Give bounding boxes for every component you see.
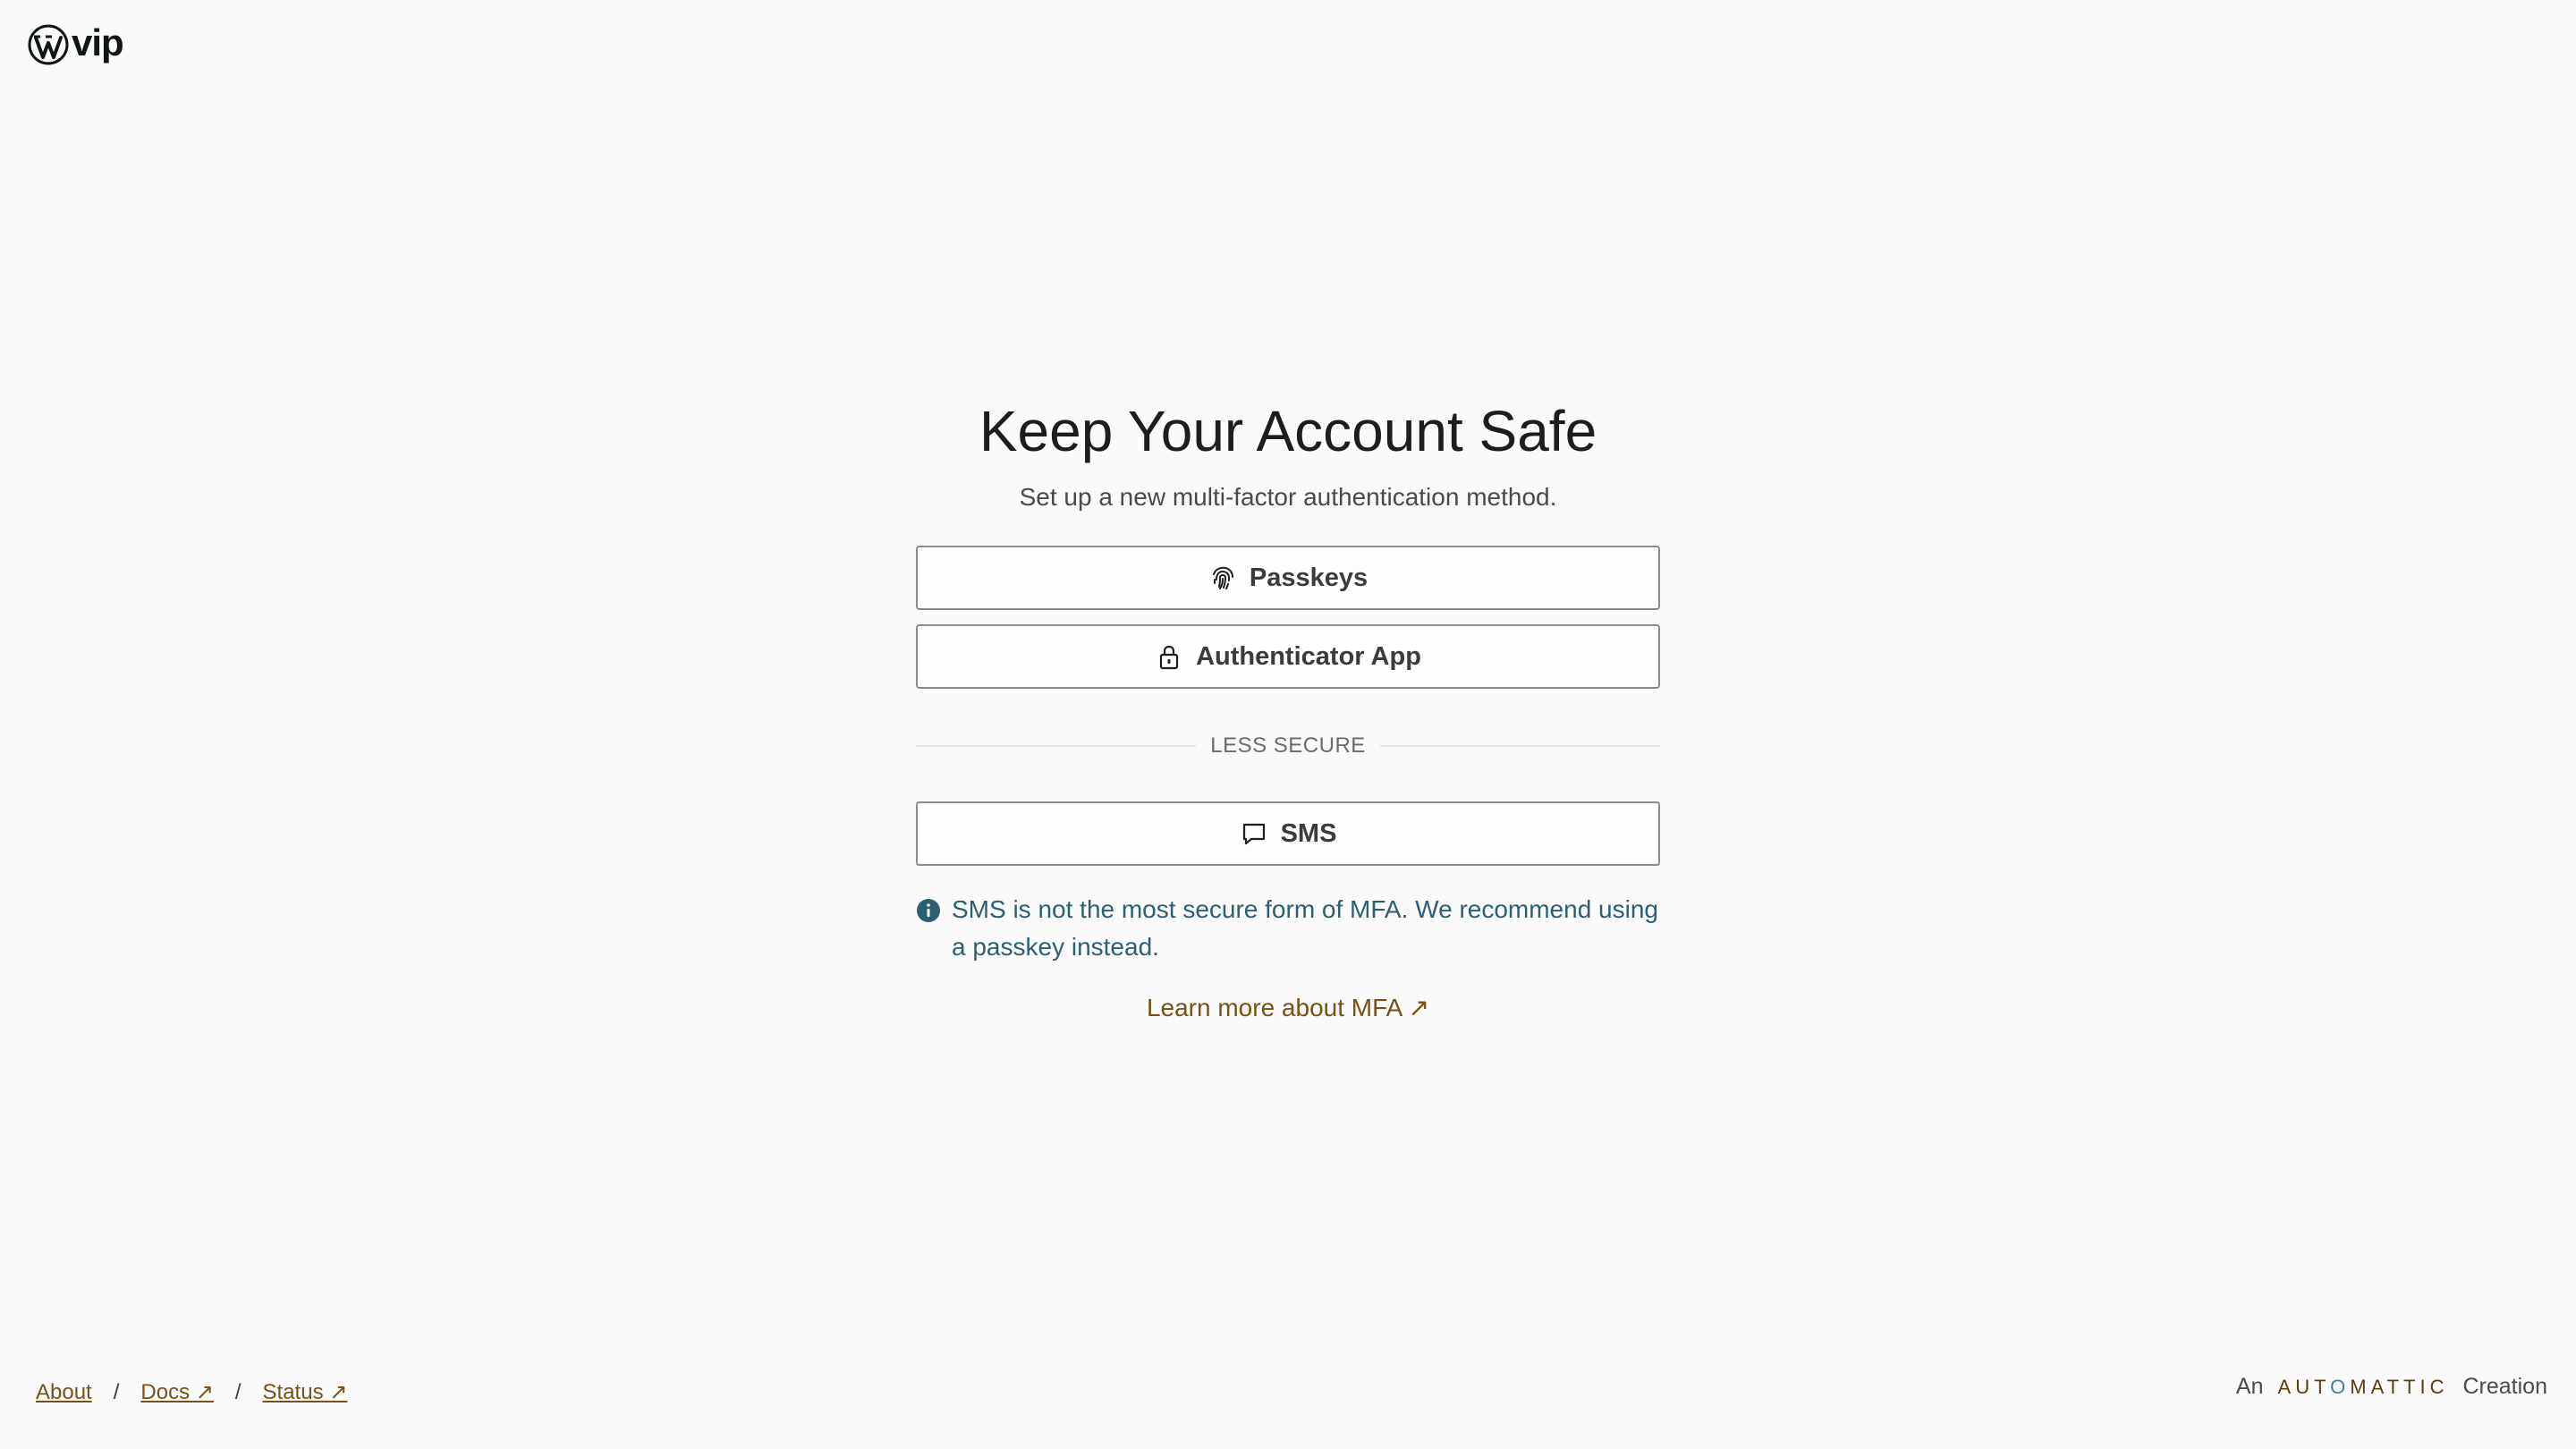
footer-separator: /: [113, 1379, 120, 1404]
divider-line-left: [916, 745, 1197, 747]
mfa-setup-panel: Keep Your Account Safe Set up a new mult…: [916, 394, 1660, 1022]
learn-more-mfa-link[interactable]: Learn more about MFA ↗: [1147, 994, 1429, 1021]
authenticator-app-button-label: Authenticator App: [1196, 641, 1421, 671]
automattic-wordmark: AUTOMATTIC: [2277, 1375, 2449, 1398]
learn-more-row: Learn more about MFA ↗: [916, 993, 1660, 1022]
credit-suffix: Creation: [2462, 1374, 2548, 1399]
credit-prefix: An: [2235, 1374, 2264, 1399]
page-subtitle: Set up a new multi-factor authentication…: [1019, 483, 1557, 511]
info-icon: [917, 899, 940, 922]
divider-line-right: [1379, 745, 1660, 747]
sms-warning-notice: SMS is not the most secure form of MFA. …: [916, 891, 1660, 966]
about-link[interactable]: About: [36, 1380, 92, 1405]
sms-button[interactable]: SMS: [916, 801, 1660, 866]
lock-icon: [1159, 645, 1179, 670]
footer-separator: /: [234, 1379, 242, 1404]
docs-link[interactable]: Docs ↗: [140, 1379, 213, 1405]
less-secure-divider: LESS SECURE: [916, 730, 1660, 762]
vip-logo[interactable]: vip: [27, 21, 124, 66]
fingerprint-icon: [1212, 566, 1233, 589]
divider-label: LESS SECURE: [1210, 733, 1366, 758]
authenticator-app-button[interactable]: Authenticator App: [916, 624, 1660, 689]
automattic-credit[interactable]: An AUTOMATTIC Creation: [2236, 1374, 2547, 1400]
chat-bubble-icon: [1242, 823, 1265, 845]
passkeys-button[interactable]: Passkeys: [916, 546, 1660, 610]
page-title: Keep Your Account Safe: [979, 399, 1597, 463]
logo-text: vip: [72, 21, 124, 64]
passkeys-button-label: Passkeys: [1249, 563, 1368, 592]
wordpress-logo-icon: [28, 24, 69, 65]
sms-button-label: SMS: [1280, 818, 1337, 848]
sms-warning-text: SMS is not the most secure form of MFA. …: [952, 895, 1658, 961]
status-link[interactable]: Status ↗: [263, 1379, 348, 1405]
footer-links: About / Docs ↗ / Status ↗: [36, 1379, 347, 1405]
